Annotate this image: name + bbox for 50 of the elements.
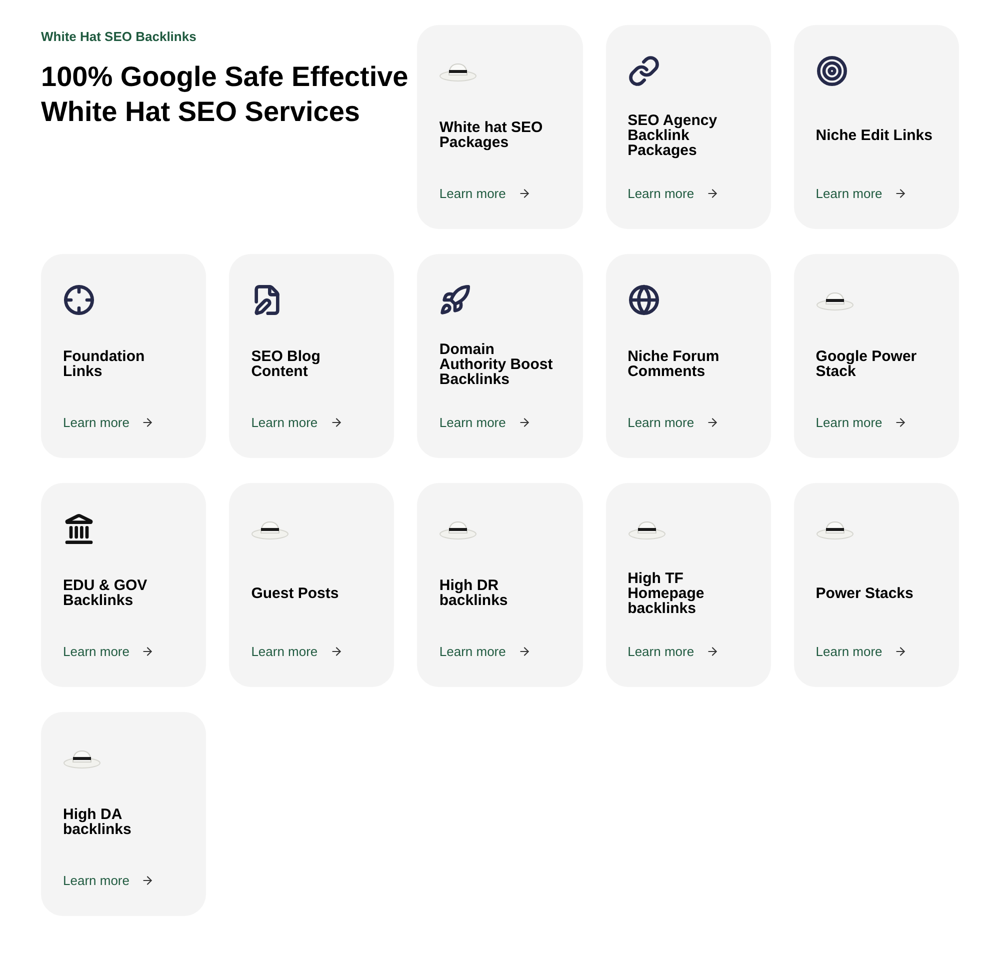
arrow-right-icon xyxy=(894,644,908,658)
card-title: Google Power Stack xyxy=(816,349,918,380)
card-title: Domain Authority Boost Backlinks xyxy=(439,342,554,387)
learn-more-link[interactable]: Learn more xyxy=(628,412,720,432)
card-title: Niche Forum Comments xyxy=(628,349,720,380)
arrow-right-icon xyxy=(518,416,531,429)
arrow-right-icon xyxy=(141,874,154,887)
learn-more-link[interactable]: Learn more xyxy=(439,184,531,203)
arrow-right-icon xyxy=(706,644,720,658)
learn-more-link[interactable]: Learn more xyxy=(251,642,343,661)
learn-more-link[interactable]: Learn more xyxy=(63,870,154,890)
card-title: Power Stacks xyxy=(816,586,914,601)
target-icon xyxy=(816,55,848,87)
card-title: Foundation Links xyxy=(63,349,146,380)
arrow-right-icon xyxy=(141,416,154,429)
card-title: SEO Blog Content xyxy=(251,349,322,380)
arrow-right-icon xyxy=(706,186,720,200)
rocket-icon xyxy=(439,284,472,316)
learn-more-link[interactable]: Learn more xyxy=(816,412,908,432)
card-title: High DR backlinks xyxy=(439,578,509,608)
page-heading: 100% Google Safe Effective White Hat SEO Services xyxy=(41,60,410,128)
arrow-right-icon xyxy=(518,644,531,658)
learn-more-link[interactable]: Learn more xyxy=(628,642,720,661)
arrow-right-icon xyxy=(330,416,343,429)
arrow-right-icon xyxy=(518,186,531,200)
arrow-right-icon xyxy=(894,416,908,429)
arrow-right-icon xyxy=(141,644,154,658)
learn-more-link[interactable]: Learn more xyxy=(251,412,343,432)
learn-more-link[interactable]: Learn more xyxy=(439,412,531,432)
globe-icon xyxy=(628,284,660,316)
learn-more-link[interactable]: Learn more xyxy=(63,642,154,661)
card-title: White hat SEO Packages xyxy=(439,120,544,150)
card-title: High TF Homepage backlinks xyxy=(628,570,706,616)
arrow-right-icon xyxy=(706,416,720,429)
arrow-right-icon xyxy=(894,186,908,200)
learn-more-link[interactable]: Learn more xyxy=(816,642,908,661)
learn-more-link[interactable]: Learn more xyxy=(63,412,154,432)
arrow-right-icon xyxy=(330,644,343,658)
card-title: High DA backlinks xyxy=(63,807,132,838)
learn-more-link[interactable]: Learn more xyxy=(628,184,720,203)
card-title: SEO Agency Backlink Packages xyxy=(628,112,718,158)
learn-more-link[interactable]: Learn more xyxy=(816,184,908,203)
card-title: EDU & GOV Backlinks xyxy=(63,578,148,608)
eyebrow-text: White Hat SEO Backlinks xyxy=(41,28,198,46)
crosshair-icon xyxy=(63,284,95,316)
learn-more-link[interactable]: Learn more xyxy=(439,642,531,661)
card-title: Guest Posts xyxy=(251,586,339,601)
card-title: Niche Edit Links xyxy=(816,128,932,143)
building-icon xyxy=(63,513,95,545)
link-icon xyxy=(628,55,660,87)
